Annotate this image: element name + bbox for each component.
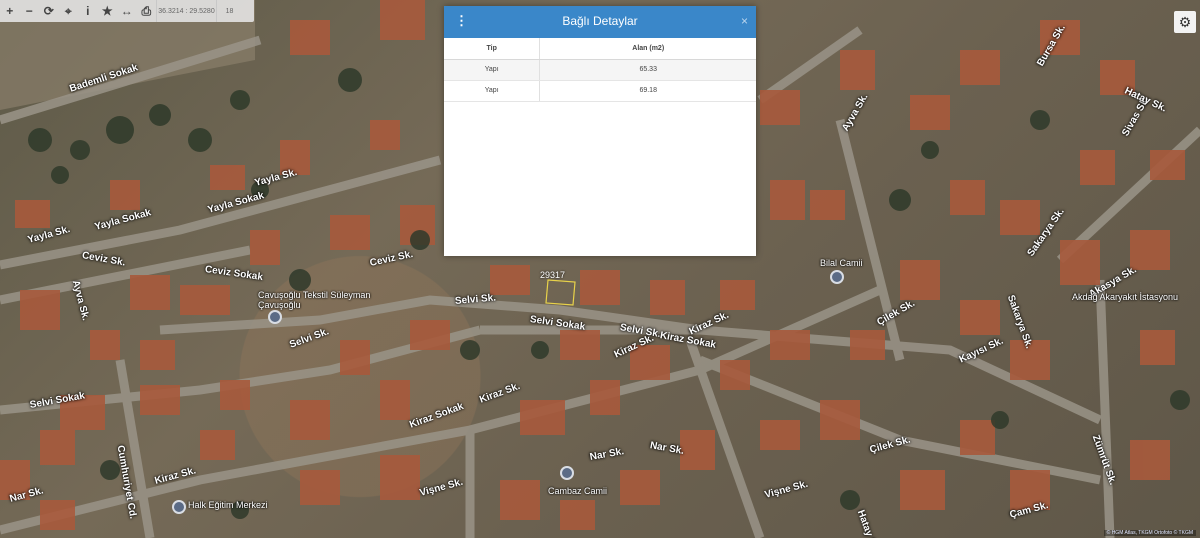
favorite-button[interactable]: ★ [98, 0, 118, 22]
info-icon: i [86, 4, 90, 18]
star-icon: ★ [101, 4, 113, 18]
poi-label: Cambaz Camii [548, 486, 608, 496]
close-icon[interactable]: × [741, 14, 748, 28]
refresh-icon: ⟳ [43, 4, 54, 18]
poi-marker[interactable] [268, 310, 282, 324]
dialog-title: Bağlı Detaylar [562, 14, 638, 28]
poi-label: Bilal Camii [820, 258, 863, 268]
poi-label: Akdağ Akaryakıt İstasyonu [1072, 292, 1179, 302]
poi-marker[interactable] [560, 466, 574, 480]
zoom-in-button[interactable]: + [0, 0, 20, 22]
measure-icon: ↔ [120, 4, 133, 18]
settings-button[interactable]: ⚙ [1174, 11, 1196, 33]
zoom-level: 18 [216, 0, 242, 22]
column-header-alan[interactable]: Alan (m2) [539, 38, 756, 60]
dialog-header: ⋮ Bağlı Detaylar × [444, 6, 756, 38]
coordinate-readout: 36.3214 : 29.5280 [156, 0, 216, 22]
table-row[interactable]: Yapı 65.33 [444, 59, 756, 81]
measure-button[interactable]: ↔ [117, 0, 137, 22]
info-button[interactable]: i [78, 0, 98, 22]
gear-icon: ⚙ [1178, 13, 1192, 30]
map-toolbar: + − ⟳ ⌖ i ★ ↔ ⎙ 36.3214 : 29.5280 18 [0, 0, 254, 22]
table-cell: 65.33 [539, 59, 756, 81]
detail-table: Tip Alan (m2) Yapı 65.33 Yapı 69.18 [444, 38, 756, 102]
map-attribution[interactable]: © HGM Atlas, TKGM Ortofoto © TKGM [1103, 530, 1196, 536]
poi-label: Cavuşoğlu Tekstil Süleyman Çavuşoğlu [258, 290, 371, 310]
table-row[interactable]: Yapı 69.18 [444, 80, 756, 102]
print-icon: ⎙ [141, 3, 152, 18]
print-button[interactable]: ⎙ [137, 0, 157, 22]
locate-icon: ⌖ [64, 3, 72, 18]
poi-label: Halk Eğitim Merkezi [188, 500, 268, 510]
table-cell: 69.18 [539, 80, 756, 102]
detail-dialog: ⋮ Bağlı Detaylar × Tip Alan (m2) Yapı 65… [444, 6, 756, 256]
zoom-out-button[interactable]: − [20, 0, 40, 22]
locate-button[interactable]: ⌖ [59, 0, 79, 22]
table-cell: Yapı [444, 59, 540, 81]
minus-icon: − [25, 4, 33, 18]
poi-marker[interactable] [830, 270, 844, 284]
table-cell: Yapı [444, 80, 540, 102]
refresh-button[interactable]: ⟳ [39, 0, 59, 22]
plus-icon: + [6, 4, 14, 18]
table-header-row: Tip Alan (m2) [444, 38, 756, 60]
column-header-tip[interactable]: Tip [444, 38, 540, 60]
parcel-number: 29317 [540, 270, 566, 280]
